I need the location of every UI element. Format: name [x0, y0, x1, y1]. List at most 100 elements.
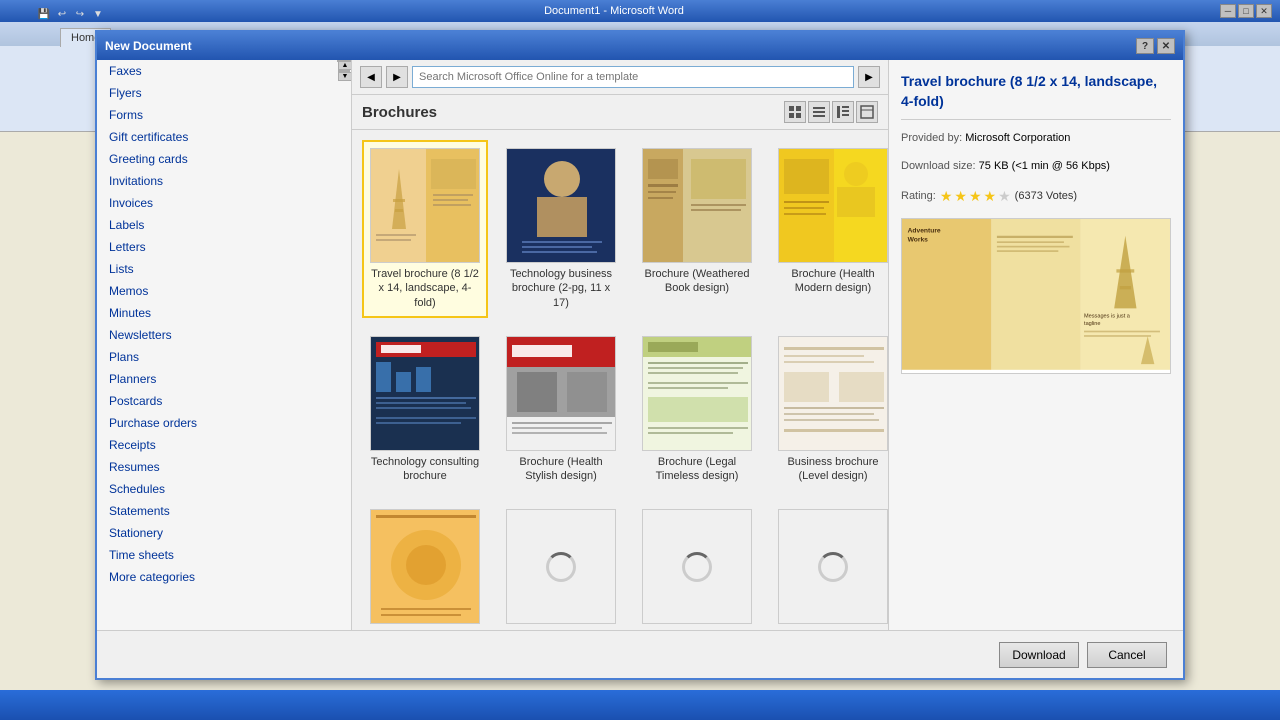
close-btn[interactable]: ✕: [1256, 4, 1272, 18]
sidebar-item-memos[interactable]: Memos: [97, 280, 351, 302]
view-buttons: [784, 101, 878, 123]
template-item-tech-business[interactable]: Technology business brochure (2-pg, 11 x…: [498, 140, 624, 318]
sidebar-item-minutes[interactable]: Minutes: [97, 302, 351, 324]
view-btn-4[interactable]: [856, 101, 878, 123]
redo-quick-btn[interactable]: ↪: [72, 6, 88, 22]
sidebar-item-receipts[interactable]: Receipts: [97, 434, 351, 456]
template-item-professional-services[interactable]: Professional services: [634, 501, 760, 630]
sidebar-item-flyers[interactable]: Flyers: [97, 82, 351, 104]
loading-spinner-1: [546, 552, 576, 582]
sidebar-item-forms[interactable]: Forms: [97, 104, 351, 126]
view-btn-3[interactable]: [832, 101, 854, 123]
svg-text:tagline: tagline: [1084, 321, 1100, 327]
dialog-close-btn[interactable]: ✕: [1157, 38, 1175, 54]
dialog-controls: ? ✕: [1136, 38, 1175, 54]
template-thumb-business-marketing: [778, 509, 888, 624]
template-label-event-marketing: Event marketing: [521, 628, 600, 630]
search-go-btn[interactable]: ▶: [858, 66, 880, 88]
sidebar-item-invoices[interactable]: Invoices: [97, 192, 351, 214]
loading-spinner-3: [818, 552, 848, 582]
sidebar-item-purchase-orders[interactable]: Purchase orders: [97, 412, 351, 434]
dialog-body: ▲ ▼ Faxes Flyers Forms Gift certificates…: [97, 60, 1183, 630]
template-thumb-business-81: [370, 509, 480, 624]
template-label-travel: Travel brochure (8 1/2 x 14, landscape, …: [370, 267, 480, 310]
save-quick-btn[interactable]: 💾: [36, 6, 52, 22]
template-label-tech-consult: Technology consulting brochure: [370, 455, 480, 484]
template-thumb-weathered: [642, 148, 752, 263]
template-label-health-modern: Brochure (Health Modern design): [778, 267, 888, 296]
template-thumb-event-marketing: [506, 509, 616, 624]
sidebar-item-gift-certificates[interactable]: Gift certificates: [97, 126, 351, 148]
template-item-health-modern[interactable]: Brochure (Health Modern design): [770, 140, 888, 318]
sidebar-item-planners[interactable]: Planners: [97, 368, 351, 390]
template-item-travel[interactable]: Travel brochure (8 1/2 x 14, landscape, …: [362, 140, 488, 318]
forward-btn[interactable]: ▶: [386, 66, 408, 88]
template-thumb-business-level: [778, 336, 888, 451]
template-item-business-81[interactable]: Business brochure (8 1/2 ...: [362, 501, 488, 630]
maximize-btn[interactable]: □: [1238, 4, 1254, 18]
provided-by-label: Provided by:: [901, 132, 962, 144]
view-btn-2[interactable]: [808, 101, 830, 123]
sidebar-item-postcards[interactable]: Postcards: [97, 390, 351, 412]
download-size-label: Download size:: [901, 160, 976, 172]
sidebar-scrollbar[interactable]: ▲ ▼: [337, 60, 351, 62]
search-bar: ◀ ▶ ▶: [352, 60, 888, 95]
template-item-health-stylish[interactable]: Brochure (Health Stylish design): [498, 328, 624, 492]
template-preview-image: Adventure Works Messages is just a tagli…: [901, 218, 1171, 374]
scroll-up-btn[interactable]: ▲: [338, 61, 352, 70]
template-item-weathered[interactable]: Brochure (Weathered Book design): [634, 140, 760, 318]
template-thumb-tech-business: [506, 148, 616, 263]
sidebar-item-faxes[interactable]: Faxes: [97, 60, 351, 82]
section-title: Brochures: [362, 104, 437, 121]
sidebar-item-newsletters[interactable]: Newsletters: [97, 324, 351, 346]
template-item-business-level[interactable]: Business brochure (Level design): [770, 328, 888, 492]
dialog-help-btn[interactable]: ?: [1136, 38, 1154, 54]
more-quick-btn[interactable]: ▼: [90, 6, 106, 22]
word-title-bar: 💾 ↩ ↪ ▼ Document1 - Microsoft Word ─ □ ✕: [0, 0, 1280, 22]
download-button[interactable]: Download: [999, 642, 1079, 668]
sidebar-item-lists[interactable]: Lists: [97, 258, 351, 280]
template-thumb-travel: [370, 148, 480, 263]
undo-quick-btn[interactable]: ↩: [54, 6, 70, 22]
sidebar: ▲ ▼ Faxes Flyers Forms Gift certificates…: [97, 60, 352, 630]
search-input[interactable]: [412, 66, 854, 88]
sidebar-item-plans[interactable]: Plans: [97, 346, 351, 368]
minimize-btn[interactable]: ─: [1220, 4, 1236, 18]
template-item-legal[interactable]: Brochure (Legal Timeless design): [634, 328, 760, 492]
svg-text:Adventure: Adventure: [908, 227, 941, 234]
sidebar-item-invitations[interactable]: Invitations: [97, 170, 351, 192]
rating-meta: Rating: ★ ★ ★ ★ ★ (6373 Votes): [901, 185, 1171, 207]
template-item-tech-consult[interactable]: Technology consulting brochure: [362, 328, 488, 492]
template-item-event-marketing[interactable]: Event marketing: [498, 501, 624, 630]
scroll-down-btn[interactable]: ▼: [338, 72, 352, 81]
right-panel: Travel brochure (8 1/2 x 14, landscape, …: [888, 60, 1183, 630]
sidebar-item-letters[interactable]: Letters: [97, 236, 351, 258]
template-grid: Travel brochure (8 1/2 x 14, landscape, …: [352, 130, 888, 630]
template-grid-container[interactable]: Travel brochure (8 1/2 x 14, landscape, …: [352, 130, 888, 630]
sidebar-item-schedules[interactable]: Schedules: [97, 478, 351, 500]
detail-meta: Provided by: Microsoft Corporation: [901, 130, 1171, 148]
sidebar-item-time-sheets[interactable]: Time sheets: [97, 544, 351, 566]
detail-title: Travel brochure (8 1/2 x 14, landscape, …: [901, 72, 1171, 120]
cancel-button[interactable]: Cancel: [1087, 642, 1167, 668]
sidebar-item-resumes[interactable]: Resumes: [97, 456, 351, 478]
dialog-title-bar: New Document ? ✕: [97, 32, 1183, 60]
taskbar: [0, 690, 1280, 720]
sidebar-item-stationery[interactable]: Stationery: [97, 522, 351, 544]
sidebar-scroll-area[interactable]: Faxes Flyers Forms Gift certificates Gre…: [97, 60, 351, 630]
star-5: ★: [998, 185, 1011, 207]
sidebar-item-labels[interactable]: Labels: [97, 214, 351, 236]
main-content-area: ◀ ▶ ▶ Brochures: [352, 60, 888, 630]
sidebar-item-more-categories[interactable]: More categories: [97, 566, 351, 588]
template-item-business-marketing[interactable]: Business marketing: [770, 501, 888, 630]
svg-text:Works: Works: [908, 236, 929, 243]
sidebar-item-greeting-cards[interactable]: Greeting cards: [97, 148, 351, 170]
word-title-text: Document1 - Microsoft Word: [8, 5, 1220, 17]
template-thumb-legal: [642, 336, 752, 451]
back-btn[interactable]: ◀: [360, 66, 382, 88]
provided-by-value: Microsoft Corporation: [965, 132, 1070, 144]
template-thumb-professional-services: [642, 509, 752, 624]
template-label-tech-business: Technology business brochure (2-pg, 11 x…: [506, 267, 616, 310]
view-btn-1[interactable]: [784, 101, 806, 123]
sidebar-item-statements[interactable]: Statements: [97, 500, 351, 522]
